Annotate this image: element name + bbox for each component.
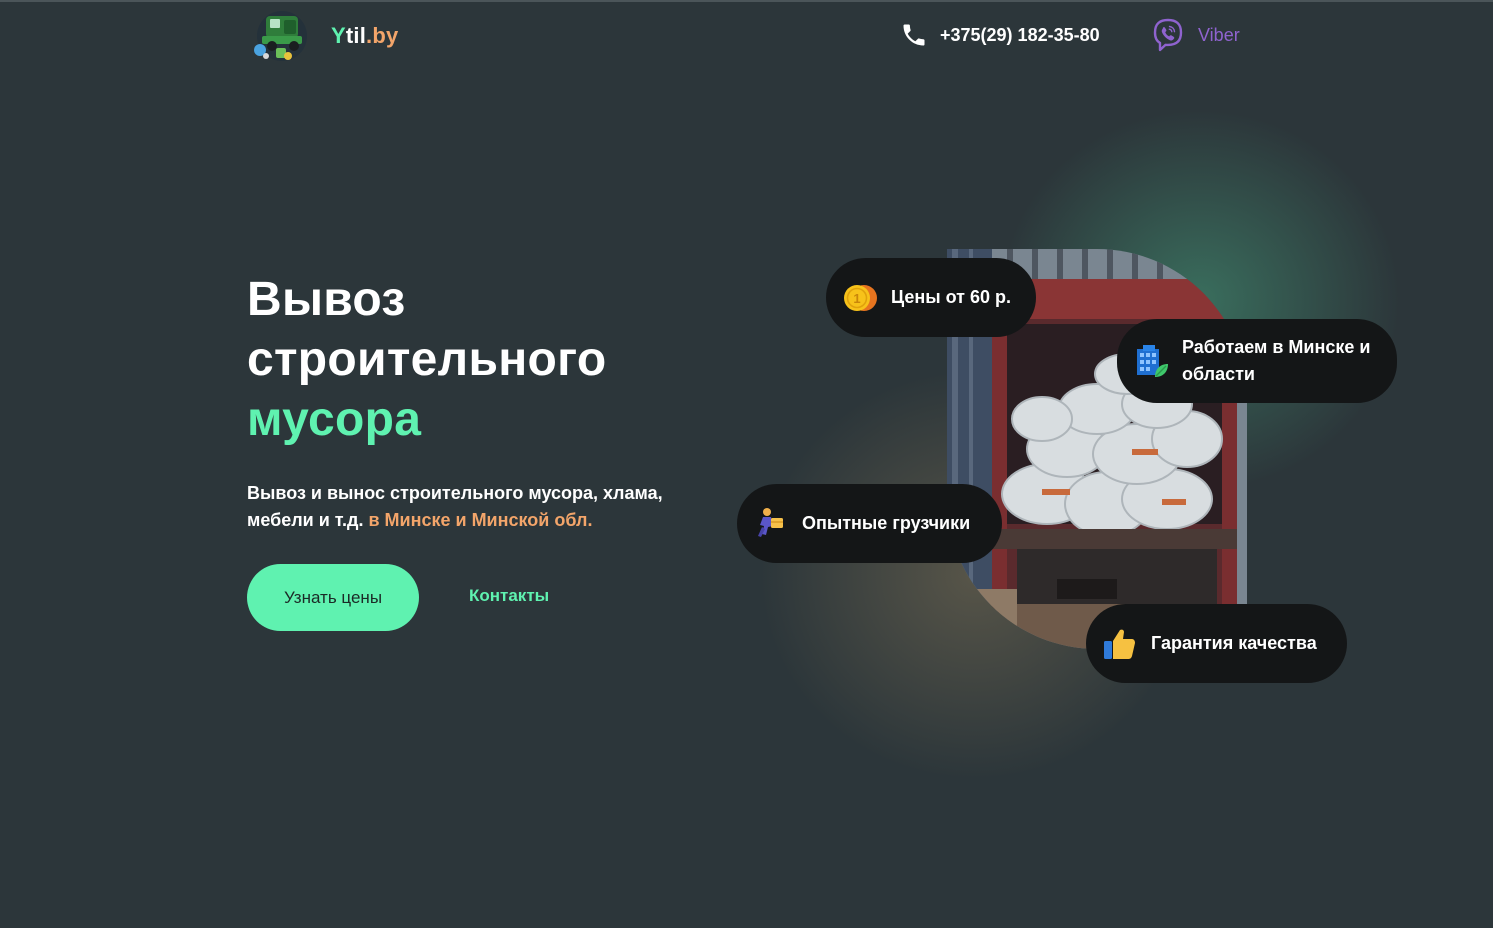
contacts-link[interactable]: Контакты xyxy=(469,586,549,606)
hero-title: Вывоз строительного мусора xyxy=(247,270,606,450)
garbage-truck-logo-icon xyxy=(254,11,307,61)
get-prices-button[interactable]: Узнать цены xyxy=(247,564,419,631)
badge-loaders-label: Опытные грузчики xyxy=(802,513,971,533)
phone-number: +375(29) 182-35-80 xyxy=(940,24,1100,45)
badge-loaders: Опытные грузчики xyxy=(737,484,1002,563)
badge-quality-label: Гарантия качества xyxy=(1151,633,1317,653)
badge-region: Работаем в Минске и области xyxy=(1117,319,1397,403)
badge-price-label: Цены от 60 р. xyxy=(891,287,1012,307)
viber-label: Viber xyxy=(1198,24,1240,45)
logo-text: Ytil.by xyxy=(331,23,399,48)
hero-title-line-1: Вывоз xyxy=(247,273,406,326)
loader-person-icon xyxy=(758,507,783,537)
hero-description: Вывоз и вынос строительного мусора, хлам… xyxy=(247,480,717,534)
viber-link[interactable]: Viber xyxy=(1150,17,1240,53)
coin-icon: 1 xyxy=(844,284,877,311)
badge-quality: Гарантия качества xyxy=(1086,604,1347,683)
logo-link[interactable]: Ytil.by xyxy=(252,10,398,62)
phone-icon xyxy=(903,24,925,46)
badge-price: 1 Цены от 60 р. xyxy=(826,258,1036,337)
coin-numeral: 1 xyxy=(853,291,860,306)
hero-title-line-2: строительного xyxy=(247,333,607,386)
phone-link[interactable]: +375(29) 182-35-80 xyxy=(900,21,1100,49)
building-icon xyxy=(1137,345,1168,377)
hero-description-highlight: в Минске и Минской обл. xyxy=(368,510,593,530)
viber-icon xyxy=(1153,18,1183,52)
hero-title-line-3: мусора xyxy=(247,393,422,446)
badge-region-label: Работаем в Минске и области xyxy=(1182,337,1371,384)
thumbs-up-icon xyxy=(1104,629,1135,659)
top-border xyxy=(0,0,1493,2)
